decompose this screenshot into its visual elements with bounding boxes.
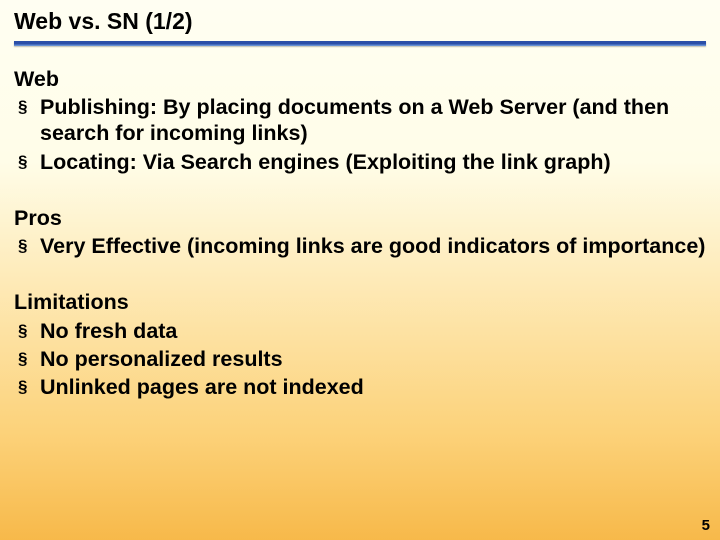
section-limitations: Limitations No fresh data No personalize… [14,289,706,400]
bullet-item: No fresh data [14,318,706,344]
bullet-icon [18,233,40,259]
title-underline [14,41,706,46]
section-pros: Pros Very Effective (incoming links are … [14,205,706,259]
title-area: Web vs. SN (1/2) [0,0,720,52]
bullet-text: Very Effective (incoming links are good … [40,233,706,259]
slide-body: Web Publishing: By placing documents on … [0,52,720,400]
bullet-item: No personalized results [14,346,706,372]
bullet-item: Very Effective (incoming links are good … [14,233,706,259]
bullet-icon [18,94,40,120]
bullet-text: No fresh data [40,318,706,344]
bullet-icon [18,149,40,175]
section-web: Web Publishing: By placing documents on … [14,66,706,175]
section-heading: Pros [14,205,706,231]
bullet-icon [18,346,40,372]
bullet-text: No personalized results [40,346,706,372]
bullet-text: Unlinked pages are not indexed [40,374,706,400]
page-number: 5 [702,517,710,534]
bullet-item: Publishing: By placing documents on a We… [14,94,706,146]
bullet-icon [18,318,40,344]
slide: Web vs. SN (1/2) Web Publishing: By plac… [0,0,720,540]
section-heading: Limitations [14,289,706,315]
slide-title: Web vs. SN (1/2) [14,8,706,35]
bullet-text: Locating: Via Search engines (Exploiting… [40,149,706,175]
bullet-text: Publishing: By placing documents on a We… [40,94,706,146]
bullet-icon [18,374,40,400]
bullet-item: Locating: Via Search engines (Exploiting… [14,149,706,175]
bullet-item: Unlinked pages are not indexed [14,374,706,400]
section-heading: Web [14,66,706,92]
